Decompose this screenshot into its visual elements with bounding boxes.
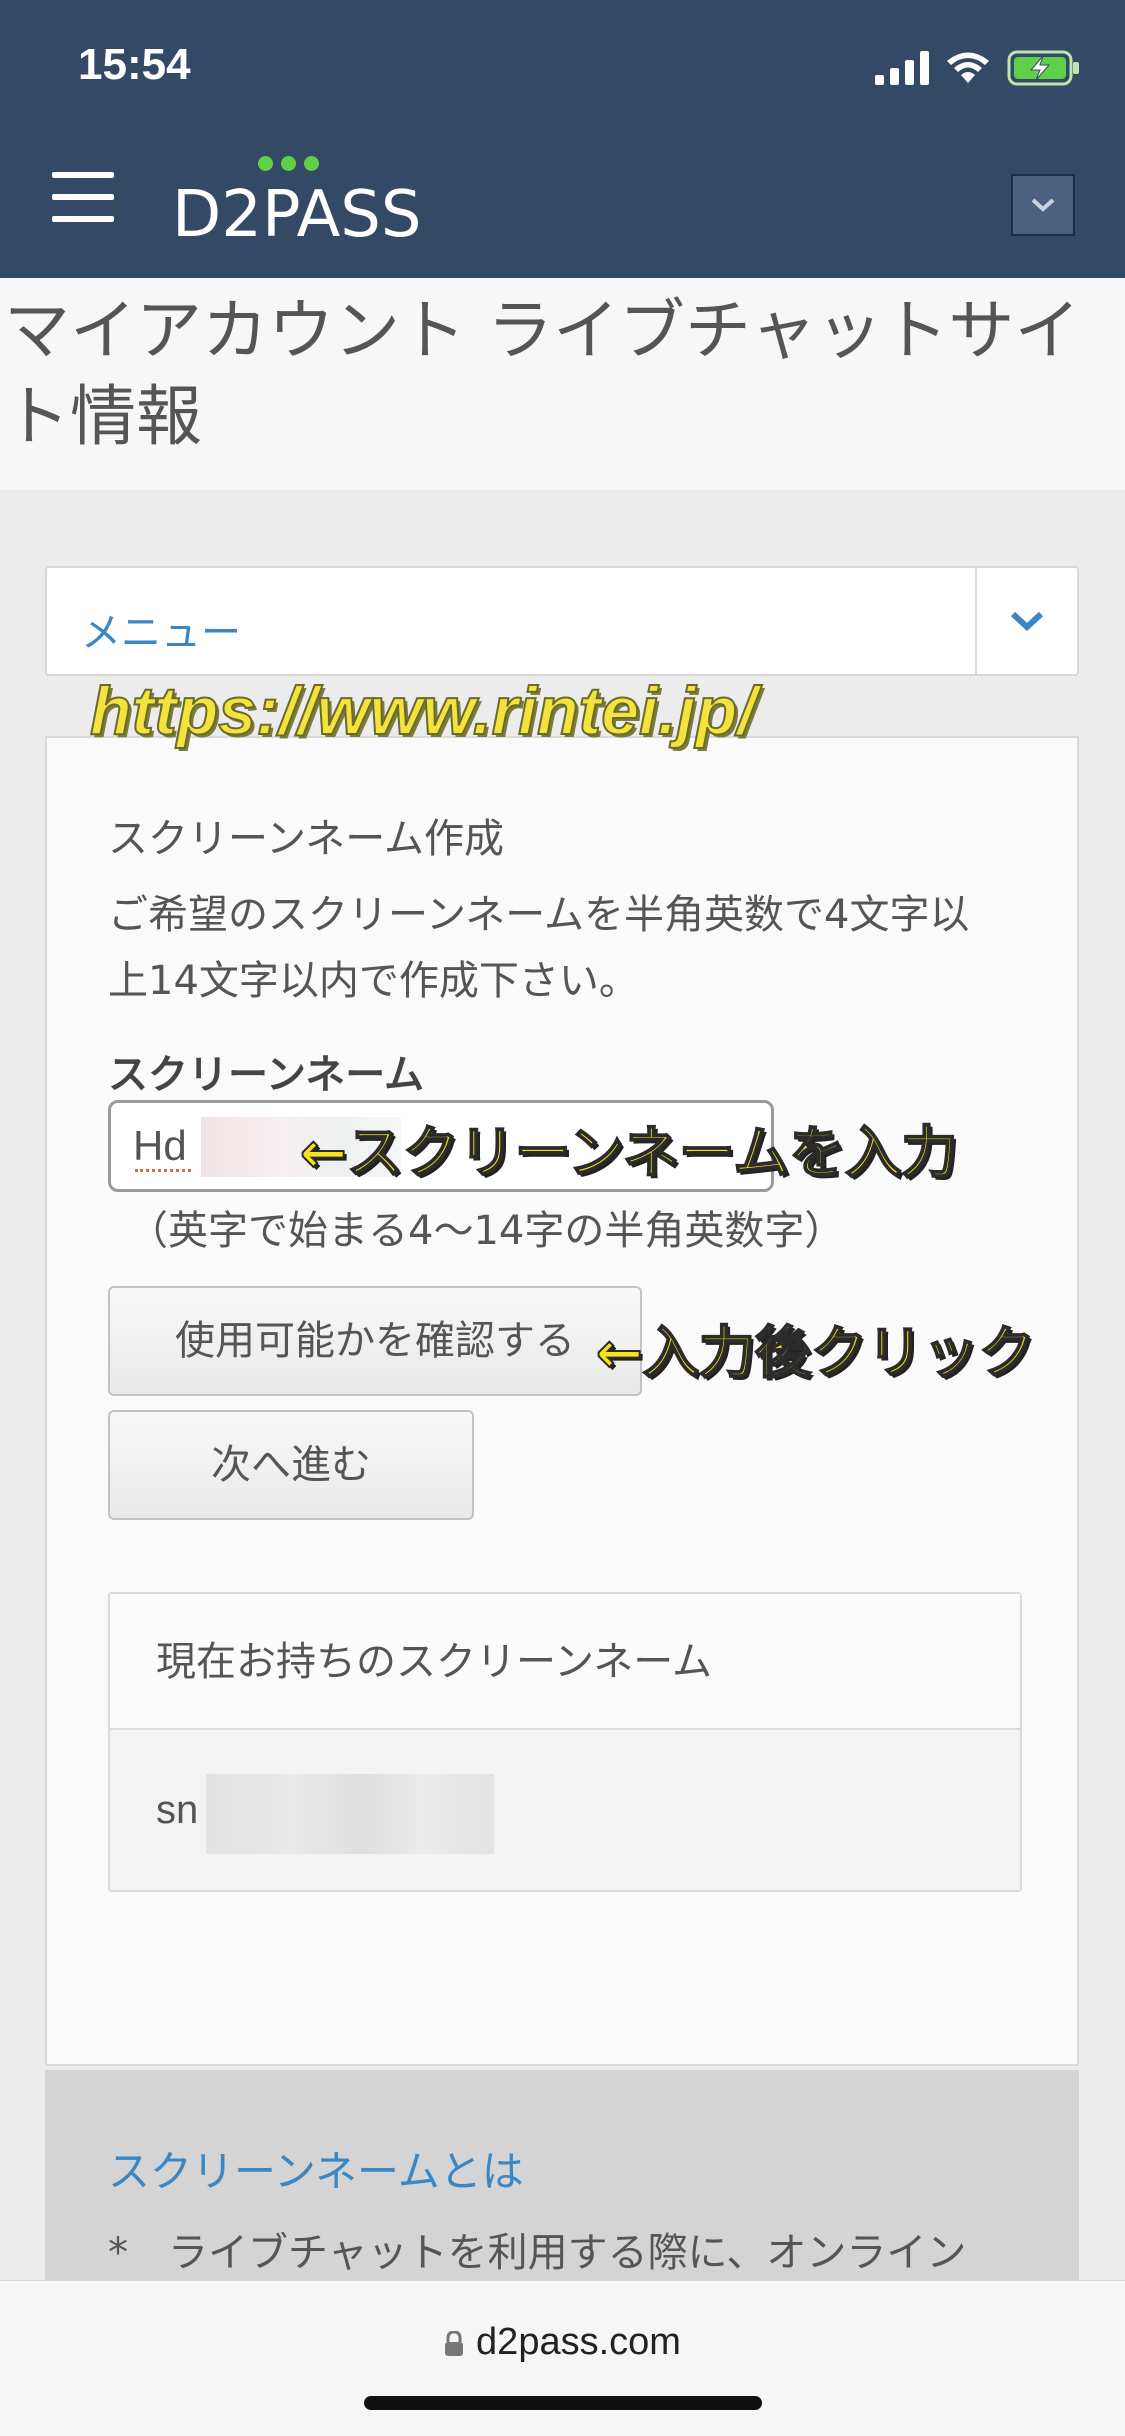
menu-select[interactable]: メニュー — [45, 566, 1079, 676]
status-icons — [875, 48, 1081, 88]
screen-name-hint: （英字で始まる4〜14字の半角英数字） — [128, 1208, 845, 1254]
form-description: ご希望のスクリーンネームを半角英数で4文字以上14文字以内で作成下さい。 — [108, 892, 970, 1004]
menu-select-label: メニュー — [81, 610, 241, 656]
about-text: * ライブチャットを利用する際に、オンライン — [108, 2230, 967, 2276]
account-dropdown-button[interactable] — [1011, 174, 1075, 236]
current-screen-name-value: sn — [110, 1730, 1020, 1890]
blurred-text — [206, 1774, 494, 1854]
d2pass-logo[interactable]: D2PASS — [172, 178, 422, 252]
hamburger-menu-icon[interactable] — [52, 172, 114, 222]
menu-select-toggle[interactable] — [975, 568, 1077, 674]
url-display[interactable]: d2pass.com — [0, 2321, 1125, 2364]
next-button[interactable]: 次へ進む — [108, 1410, 474, 1520]
annotation-input-note: ←スクリーンネームを入力 — [299, 1120, 958, 1187]
chevron-down-icon — [1010, 611, 1044, 632]
watermark-url: https://www.rintei.jp/ — [89, 672, 757, 750]
battery-icon — [1007, 50, 1079, 86]
status-time: 15:54 — [78, 40, 191, 89]
section-title: スクリーンネーム作成 — [108, 816, 504, 862]
current-screen-name-panel: 現在お持ちのスクリーンネーム sn — [108, 1592, 1022, 1892]
spellcheck-underline — [135, 1169, 191, 1172]
current-screen-name-text: sn — [156, 1788, 199, 1832]
lock-icon — [445, 2330, 464, 2356]
screen-name-label: スクリーンネーム — [108, 1052, 424, 1098]
current-screen-name-heading: 現在お持ちのスクリーンネーム — [110, 1594, 1020, 1730]
logo-dots — [258, 156, 319, 171]
home-indicator[interactable] — [364, 2396, 762, 2410]
chevron-down-icon — [1031, 198, 1055, 212]
about-screen-name-link[interactable]: スクリーンネームとは — [108, 2138, 524, 2199]
page-title: マイアカウント ライブチャットサイト情報 — [4, 292, 1081, 455]
wifi-icon — [947, 52, 989, 83]
app-header: 15:54 D2PASS — [0, 0, 1125, 278]
screen-name-input-value: Hd — [133, 1122, 187, 1169]
browser-address-bar[interactable]: d2pass.com — [0, 2280, 1125, 2436]
url-text: d2pass.com — [476, 2321, 681, 2363]
annotation-click-note: ←入力後クリック — [595, 1320, 1036, 1387]
signal-icon — [875, 51, 929, 85]
check-availability-button[interactable]: 使用可能かを確認する — [108, 1286, 642, 1396]
